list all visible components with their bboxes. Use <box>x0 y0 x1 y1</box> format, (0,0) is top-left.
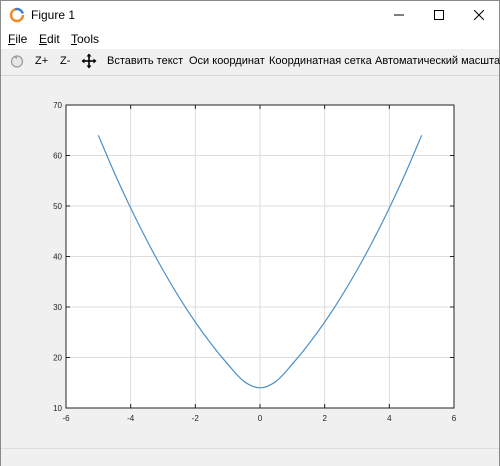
y-tick-label: 70 <box>53 101 62 110</box>
title-bar[interactable]: Figure 1 <box>1 1 499 29</box>
figure-area: -6 -4 -2 0 2 4 6 10 20 30 40 50 60 70 <box>1 76 499 448</box>
x-tick-label: 6 <box>452 414 457 423</box>
insert-text-button[interactable]: Вставить текст <box>107 55 183 67</box>
x-tick-label: 4 <box>387 414 392 423</box>
menu-tools[interactable]: Tools <box>71 32 99 46</box>
y-tick-label: 10 <box>53 404 62 413</box>
plot-canvas[interactable]: -6 -4 -2 0 2 4 6 10 20 30 40 50 60 70 <box>1 76 499 448</box>
y-tick-label: 30 <box>53 303 62 312</box>
y-tick-label: 20 <box>53 354 62 363</box>
maximize-icon <box>434 10 444 20</box>
maximize-button[interactable] <box>419 1 459 29</box>
toolbar: Z+ Z- Вставить текст Оси координат Коорд… <box>1 49 500 76</box>
menu-edit[interactable]: Edit <box>39 32 60 46</box>
zoom-in-button[interactable]: Z+ <box>35 55 48 67</box>
x-tick-label: -6 <box>62 414 70 423</box>
figure-window: Figure 1 File Edit Tools Z+ Z- Вставить … <box>0 0 500 466</box>
autoscale-button[interactable]: Автоматический масштаб <box>375 55 500 67</box>
minimize-icon <box>394 14 404 16</box>
grid-button[interactable]: Координатная сетка <box>269 55 372 67</box>
y-tick-label: 60 <box>53 152 62 161</box>
menu-bar: File Edit Tools <box>1 29 499 49</box>
x-tick-label: 0 <box>258 414 263 423</box>
axes-button[interactable]: Оси координат <box>189 55 265 67</box>
x-tick-label: 2 <box>322 414 327 423</box>
rotate-icon[interactable] <box>9 53 25 69</box>
minimize-button[interactable] <box>379 1 419 29</box>
y-tick-label: 50 <box>53 202 62 211</box>
pan-icon[interactable] <box>81 53 97 69</box>
octave-logo-icon <box>9 7 25 23</box>
zoom-out-button[interactable]: Z- <box>60 55 70 67</box>
close-icon <box>474 10 484 20</box>
close-button[interactable] <box>459 1 499 29</box>
status-bar <box>1 448 499 466</box>
menu-file[interactable]: File <box>8 32 27 46</box>
x-tick-label: -4 <box>127 414 135 423</box>
x-tick-label: -2 <box>192 414 200 423</box>
y-tick-label: 40 <box>53 253 62 262</box>
window-title: Figure 1 <box>31 8 76 22</box>
